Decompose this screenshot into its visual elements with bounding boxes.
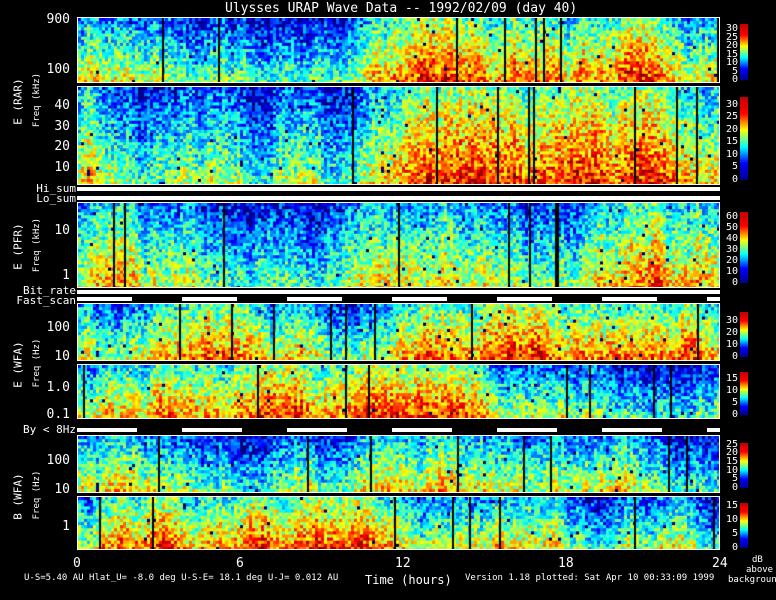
y-tick: 100 [46, 320, 70, 335]
panel-wfa-e-high [77, 303, 720, 361]
x-axis-label: Time (hours) [365, 573, 452, 587]
colorbar-wfa-e-low [740, 372, 748, 415]
panel-pfr [77, 202, 720, 288]
colorbar-tick: 60 [725, 211, 738, 223]
x-tick: 24 [712, 556, 728, 571]
status-bar-bit-rate [77, 290, 720, 294]
status-bar-fast-scan [77, 297, 720, 301]
ylabel-b-wfa: Freq (Hz) [32, 470, 42, 520]
panel-wfa-b-low [77, 496, 720, 550]
colorbar-rar-high [740, 24, 748, 80]
y-tick: 30 [54, 119, 70, 134]
y-tick: 100 [46, 453, 70, 468]
plot-title: Ulysses URAP Wave Data -- 1992/02/09 (da… [225, 1, 578, 16]
y-tick: 40 [54, 98, 70, 113]
x-tick: 12 [395, 556, 411, 571]
colorbar-tick: 10 [725, 266, 738, 278]
colorbar-tick: 0 [731, 277, 738, 288]
x-tick: 18 [558, 556, 574, 571]
colorbar-pfr [740, 212, 748, 283]
panel-wfa-b-high [77, 435, 720, 493]
y-tick: 10 [54, 223, 70, 238]
colorbar-tick: 15 [725, 499, 738, 511]
ylabel-rar: Freq (kHz) [32, 72, 42, 128]
label-fast-scan: Fast_scan [16, 294, 76, 307]
colorbar-tick: 50 [725, 222, 738, 234]
colorbar-label-db: dB [752, 555, 763, 565]
spectrogram-wfa-e-high [78, 304, 719, 360]
y-tick: 10 [54, 349, 70, 364]
y-tick: 1 [62, 268, 70, 283]
ylabel-e-wfa: Freq (Hz) [32, 338, 42, 388]
colorbar-tick: 40 [725, 233, 738, 245]
colorbar-tick: 0 [731, 351, 738, 362]
colorbar-tick: 0 [731, 174, 738, 185]
colorbar-label-above: above [746, 565, 774, 575]
colorbar-tick: 10 [725, 339, 738, 351]
colorbar-tick: 20 [725, 255, 738, 267]
colorbar-tick: 15 [725, 373, 738, 385]
colorbar-tick: 25 [725, 111, 738, 123]
spectrogram-wfa-b-low [78, 497, 719, 549]
x-axis [77, 549, 720, 550]
colorbar-tick: 0 [731, 409, 738, 420]
colorbar-tick: 0 [731, 482, 738, 493]
y-tick: 100 [46, 62, 70, 77]
label-b-wfa: B (WFA) [11, 473, 25, 520]
y-tick: 10 [54, 160, 70, 175]
colorbar-tick: 10 [725, 385, 738, 397]
x-tick: 0 [73, 556, 81, 571]
colorbar-tick: 5 [731, 527, 738, 539]
label-lo-sum: Lo_sum [36, 192, 76, 205]
label-by-8hz: By < 8Hz [23, 423, 76, 436]
orbit-info: U-S=5.40 AU Hlat_U= -8.0 deg U-S-E= 18.1… [24, 573, 339, 583]
colorbar-tick: 0 [731, 542, 738, 553]
y-tick: 10 [54, 482, 70, 497]
colorbar-tick: 20 [725, 123, 738, 135]
label-e-rar: E (RAR) [11, 78, 25, 125]
colorbar-tick: 15 [725, 136, 738, 148]
spectrogram-rar-high [78, 18, 719, 82]
status-bar-hi-sum [77, 187, 720, 191]
y-tick: 1.0 [46, 380, 70, 395]
spectrogram-wfa-b-high [78, 436, 719, 492]
y-tick: 900 [46, 12, 70, 27]
colorbar-wfa-b-low [740, 503, 748, 548]
y-tick: 1 [62, 519, 70, 534]
colorbar-wfa-e-high [740, 312, 748, 357]
y-tick: 20 [54, 139, 70, 154]
spectrogram-rar-low [78, 87, 719, 184]
colorbar-tick: 10 [725, 148, 738, 160]
colorbar-wfa-b-high [740, 443, 748, 488]
colorbar-label-background: background [728, 575, 776, 585]
colorbar-tick: 0 [731, 74, 738, 85]
status-bar-lo-sum [77, 196, 720, 200]
colorbar-tick: 5 [731, 161, 738, 173]
y-tick: 0.1 [46, 407, 70, 422]
label-e-pfr: E (PFR) [11, 223, 25, 270]
colorbar-tick: 20 [725, 327, 738, 339]
panel-rar-high [77, 17, 720, 83]
ylabel-pfr: Freq (kHz) [32, 217, 42, 273]
spectrogram-wfa-e-low [78, 365, 719, 418]
colorbar-tick: 30 [725, 315, 738, 327]
colorbar-rar-low [740, 97, 748, 180]
spectrogram-pfr [78, 203, 719, 287]
panel-rar-low [77, 86, 720, 185]
label-e-wfa: E (WFA) [11, 341, 25, 388]
panel-wfa-e-low [77, 364, 720, 419]
x-tick: 6 [236, 556, 244, 571]
urap-plot: Ulysses URAP Wave Data -- 1992/02/09 (da… [0, 0, 776, 600]
colorbar-tick: 5 [731, 397, 738, 409]
colorbar-tick: 10 [725, 513, 738, 525]
colorbar-tick: 30 [725, 244, 738, 256]
colorbar-tick: 30 [725, 98, 738, 110]
status-bar-by-8hz [77, 428, 720, 432]
version-info: Version 1.18 plotted: Sat Apr 10 00:33:0… [465, 573, 715, 583]
